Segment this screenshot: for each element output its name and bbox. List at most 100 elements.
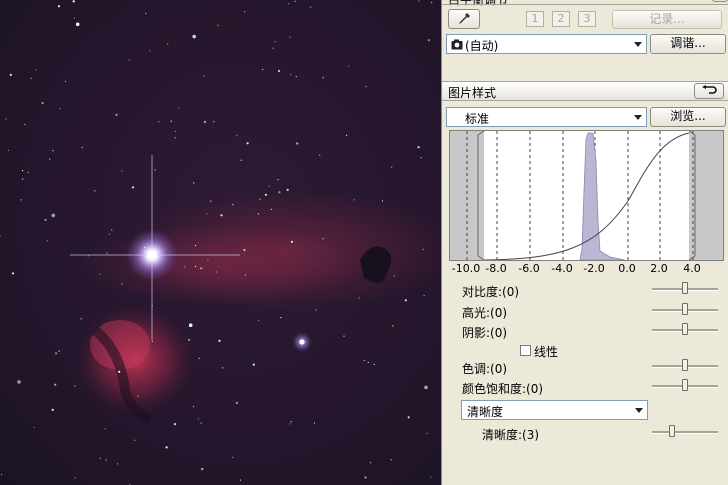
star-point [11,272,15,275]
undo-arrow-icon [702,85,717,94]
star-point [117,463,119,465]
star-point [264,193,267,196]
tone-curve-histogram[interactable] [449,130,724,261]
tone-slider-thumb[interactable] [682,359,688,371]
star-point [239,479,241,481]
star-point [343,335,345,337]
star-point [390,459,392,461]
contrast-label: 对比度:(0) [462,285,520,299]
star-point [192,34,196,39]
star-point [59,108,61,110]
star-point [203,120,207,123]
star-point [288,3,290,5]
sharpness-mode-select[interactable]: 清晰度 [461,400,648,420]
histogram-tick-label: -8.0 [485,262,507,275]
star-point [392,325,394,327]
star-point [268,185,270,187]
star-point [137,395,139,397]
linear-checkbox[interactable] [520,345,531,356]
star-point [118,370,121,373]
adjust-button[interactable]: 调谐... [650,34,726,54]
star-point [217,24,219,26]
white-balance-select[interactable]: (自动) [446,34,647,54]
star-point [206,213,208,215]
star-point [424,385,428,390]
star-point [370,462,372,464]
star-point [426,432,428,434]
star-point [121,283,123,285]
star-point [22,178,24,180]
star-point [192,406,195,408]
star-point [203,75,205,77]
star-point [44,218,47,221]
star-point [262,68,264,71]
star-point [367,361,369,363]
preset-3-button[interactable]: 3 [578,11,596,27]
star-point [210,200,212,202]
histogram-tick-label: -4.0 [551,262,573,275]
star-point [346,134,348,136]
sharpness-slider-track[interactable] [652,431,718,434]
star-point [272,47,274,49]
collapse-button[interactable] [712,0,728,2]
star-point [198,357,200,359]
camera-icon [451,39,463,50]
picture-style-value: 标准 [465,112,490,126]
star-point [106,252,108,254]
star-point [1,473,3,476]
adjustment-panel: 白平衡调节 1 2 3 记录... (自动) 调谐... 图片样式 标准 浏览.… [441,0,728,485]
photo-preview[interactable] [0,0,441,485]
star-point [244,11,246,13]
contrast-slider-thumb[interactable] [682,282,688,294]
star-point [99,273,101,275]
star-point [74,477,76,479]
star-point [417,146,420,149]
star-point [194,265,196,268]
star-point [174,137,176,139]
star-point [259,198,261,200]
star-point [35,69,37,71]
star-point [27,171,29,174]
saturation-slider-thumb[interactable] [682,379,688,391]
star-point [277,179,279,181]
browse-button[interactable]: 浏览... [650,107,726,127]
star-point [278,191,281,194]
star-point [365,85,367,88]
shadow-slider-thumb[interactable] [682,323,688,335]
star-point [33,426,35,428]
star-point [289,423,291,425]
star-point [144,246,146,249]
histogram-tick-label: -2.0 [583,262,605,275]
record-button[interactable]: 记录... [612,10,722,29]
star-point [322,77,324,79]
sharpness-slider-thumb[interactable] [668,425,675,437]
picture-style-select[interactable]: 标准 [446,107,647,127]
star-point [232,456,234,458]
star-point [364,476,367,479]
star-point [94,190,96,192]
star-point [270,208,272,210]
preset-1-button[interactable]: 1 [526,11,544,27]
star-point [188,323,193,328]
star-point [9,73,12,76]
reset-button[interactable] [694,83,724,99]
histogram-graph [450,130,723,261]
star-point [197,418,199,420]
star-point [319,154,321,156]
star-point [381,200,384,202]
star-point [154,169,156,171]
shadow-label: 阴影:(0) [462,326,508,340]
highlight-label: 高光:(0) [462,306,508,320]
star-point [194,245,197,247]
star-point [99,457,101,459]
star-point [407,416,410,419]
star-point [128,59,130,61]
preset-2-button[interactable]: 2 [552,11,570,27]
tone-label: 色调:(0) [462,362,508,376]
star-point [200,422,202,424]
star-point [108,233,110,235]
eyedropper-button[interactable] [448,9,480,29]
star-point [134,439,136,441]
section-title: 图片样式 [448,86,497,100]
highlight-slider-thumb[interactable] [682,303,688,315]
